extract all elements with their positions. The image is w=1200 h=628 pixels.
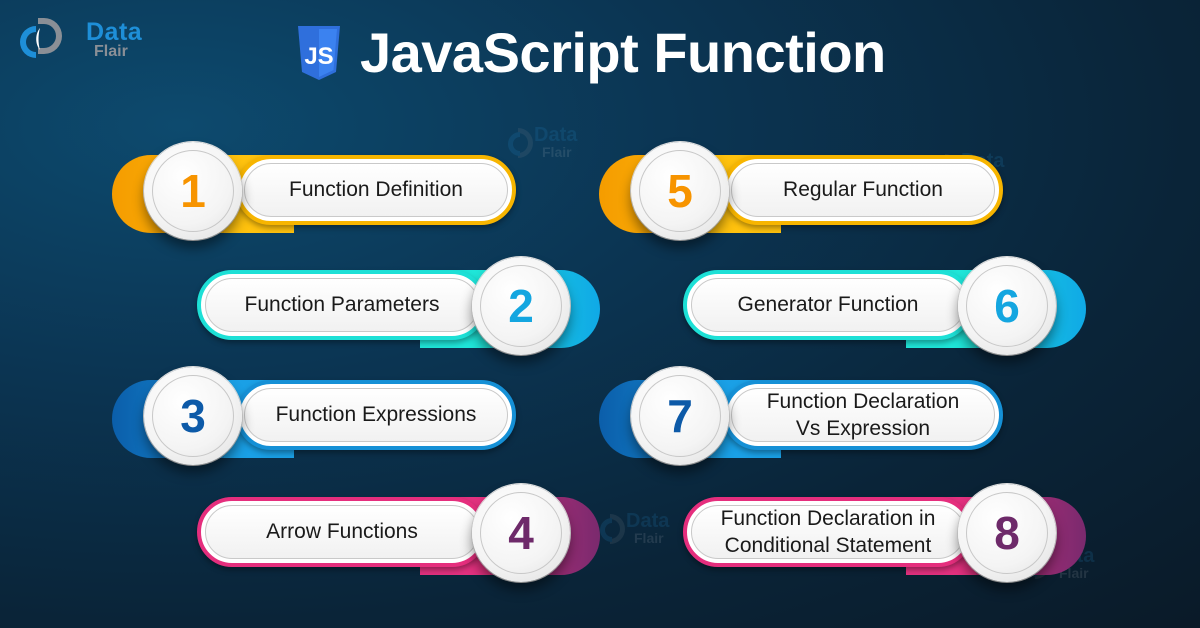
card-label-pill: Function Definition [236,155,516,225]
number-badge: 2 [472,257,570,355]
item-card-8: Function Declaration in Conditional State… [683,482,1086,592]
logo-text-flair: Flair [94,43,128,60]
dataflair-logo-icon [20,18,62,58]
javascript-shield-icon: JS [298,26,340,80]
item-label: Regular Function [783,178,943,202]
item-number: 6 [994,280,1020,332]
item-label: Arrow Functions [266,520,418,544]
item-card-6: Generator Function 6 [683,255,1086,365]
card-label-pill: Function Parameters [197,270,487,340]
item-label: Generator Function [737,293,919,317]
title-text: JavaScript Function [360,21,886,84]
number-badge: 5 [631,142,729,240]
item-number: 4 [508,507,534,559]
item-number: 8 [994,507,1020,559]
item-label: Function Declaration Vs Expression [766,389,960,440]
dataflair-logo: Data Flair [18,12,142,62]
watermark-icon [600,514,625,544]
item-card-2: Function Parameters 2 [197,255,600,365]
item-label: Function Declaration in Conditional State… [720,506,936,557]
card-label-pill: Regular Function [723,155,1003,225]
number-badge: 4 [472,484,570,582]
item-card-1: Function Definition 1 [112,140,602,250]
item-card-3: Function Expressions 3 [112,365,602,475]
card-label-pill: Generator Function [683,270,973,340]
js-badge-text: JS [304,43,333,70]
page-title: JS JavaScript Function [296,20,886,86]
number-badge: 1 [144,142,242,240]
item-card-5: Regular Function 5 [599,140,1089,250]
item-number: 2 [508,280,534,332]
item-label: Function Expressions [275,403,477,427]
item-card-7: Function Declaration Vs Expression 7 [599,365,1089,475]
number-badge: 8 [958,484,1056,582]
number-badge: 7 [631,367,729,465]
item-card-4: Arrow Functions 4 [197,482,600,592]
item-label: Function Parameters [244,293,440,317]
card-label-pill: Function Declaration in Conditional State… [683,497,973,567]
number-badge: 6 [958,257,1056,355]
card-label-pill: Arrow Functions [197,497,487,567]
card-label-pill: Function Expressions [236,380,516,450]
card-label-pill: Function Declaration Vs Expression [723,380,1003,450]
item-label: Function Definition [289,178,463,202]
number-badge: 3 [144,367,242,465]
item-number: 1 [180,165,206,217]
item-number: 3 [180,390,206,442]
item-number: 5 [667,165,693,217]
item-number: 7 [667,390,693,442]
